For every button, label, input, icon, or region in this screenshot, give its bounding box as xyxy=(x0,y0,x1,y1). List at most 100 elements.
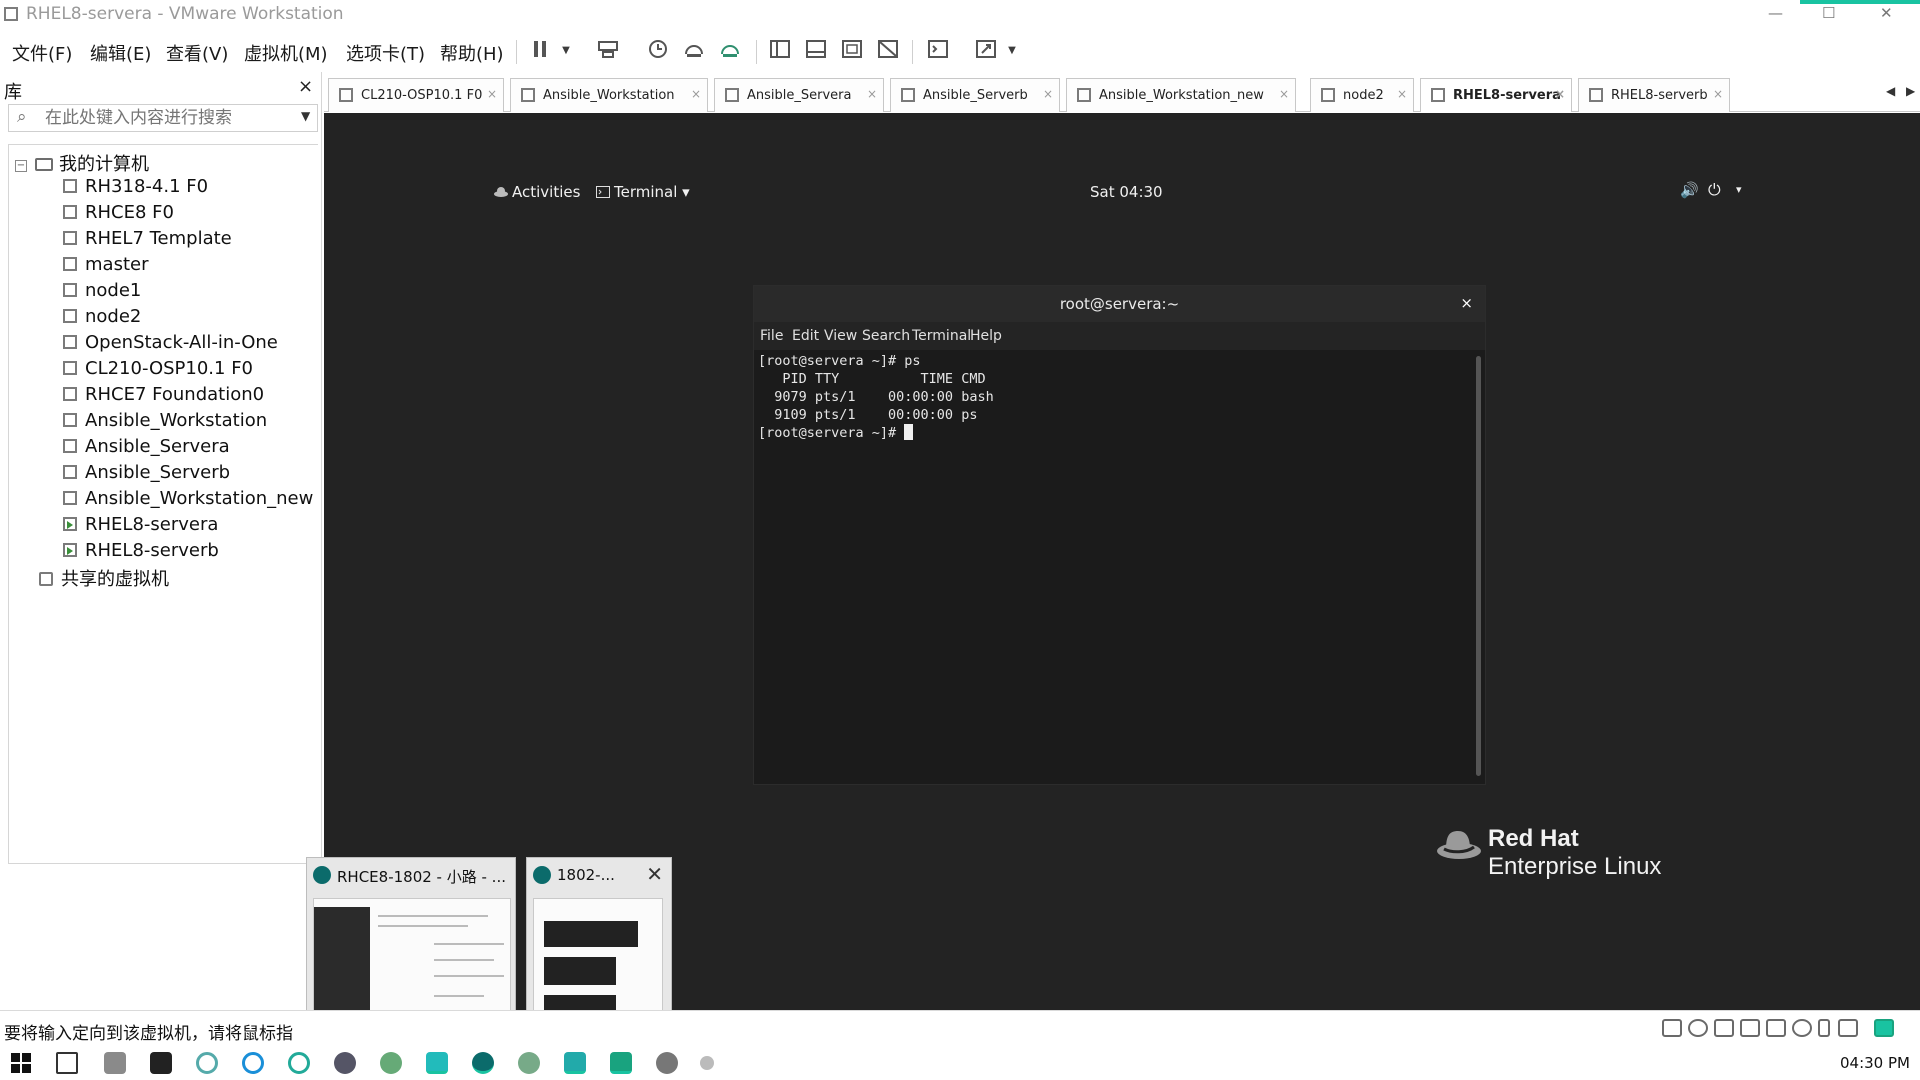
preview-thumbnail[interactable] xyxy=(533,898,663,1026)
tab-close-icon[interactable]: × xyxy=(1713,87,1723,101)
gnome-activities-button[interactable]: Activities xyxy=(494,183,580,201)
unity-icon[interactable] xyxy=(874,38,902,64)
menu-edit[interactable]: 编辑(E) xyxy=(90,40,151,66)
show-library-icon[interactable] xyxy=(766,38,794,64)
vm-item[interactable]: RHCE8 F0 xyxy=(63,200,174,226)
tab-ansible-serverb[interactable]: Ansible_Serverb × xyxy=(890,78,1060,112)
search-dropdown-icon[interactable]: ▼ xyxy=(301,109,310,123)
menu-view[interactable]: 查看(V) xyxy=(166,40,228,66)
vm-item-running[interactable]: RHEL8-serverb xyxy=(63,538,219,564)
tab-close-icon[interactable]: × xyxy=(487,87,497,101)
terminal-menu-view[interactable]: View xyxy=(824,328,857,344)
terminal-menu-help[interactable]: Help xyxy=(970,328,1002,344)
removable-device-icon[interactable] xyxy=(1838,1019,1858,1037)
tab-ansible-workstation[interactable]: Ansible_Workstation × xyxy=(510,78,708,112)
terminal-menu-terminal[interactable]: Terminal xyxy=(912,328,971,344)
task-view-icon[interactable] xyxy=(56,1052,78,1074)
tab-scroll-left-icon[interactable]: ◀ xyxy=(1886,84,1895,98)
terminal-window[interactable]: root@servera:~ × File Edit View Search T… xyxy=(753,285,1486,785)
snapshot-manager-icon[interactable] xyxy=(716,38,744,64)
taskbar-preview[interactable]: RHCE8-1802 - 小路 - ... xyxy=(306,857,516,1031)
file-explorer-icon[interactable] xyxy=(104,1052,126,1074)
vm-item[interactable]: OpenStack-All-in-One xyxy=(63,330,278,356)
start-icon[interactable] xyxy=(10,1052,32,1074)
send-keys-icon[interactable] xyxy=(594,38,622,64)
display-icon[interactable] xyxy=(1818,1019,1830,1037)
menu-vm[interactable]: 虚拟机(M) xyxy=(244,40,328,66)
tab-close-icon[interactable]: × xyxy=(1279,87,1289,101)
vm-item[interactable]: Ansible_Servera xyxy=(63,434,230,460)
edge-icon[interactable] xyxy=(242,1052,264,1074)
browser-icon[interactable] xyxy=(196,1052,218,1074)
library-search-input[interactable] xyxy=(45,107,285,129)
app-icon[interactable] xyxy=(700,1056,714,1070)
vm-item[interactable]: Ansible_Serverb xyxy=(63,460,230,486)
firefox-icon[interactable] xyxy=(334,1052,356,1074)
terminal-menu-file[interactable]: File xyxy=(760,328,783,344)
snapshot-icon[interactable] xyxy=(644,38,672,64)
sound-card-icon[interactable] xyxy=(1766,1019,1786,1037)
vm-item[interactable]: Ansible_Workstation_new xyxy=(63,486,313,512)
app-icon[interactable] xyxy=(380,1052,402,1074)
app-icon[interactable] xyxy=(610,1052,632,1074)
vmware-taskbar-icon[interactable] xyxy=(564,1052,586,1074)
app-icon[interactable] xyxy=(656,1052,678,1074)
thumbnail-bar-icon[interactable] xyxy=(802,38,830,64)
terminal-menu-edit[interactable]: Edit xyxy=(792,328,819,344)
tab-close-icon[interactable]: × xyxy=(1043,87,1053,101)
message-log-icon[interactable] xyxy=(1874,1019,1894,1037)
wechat-icon[interactable] xyxy=(426,1052,448,1074)
vm-item[interactable]: RHCE7 Foundation0 xyxy=(63,382,264,408)
vm-item-running[interactable]: RHEL8-servera xyxy=(63,512,218,538)
app-icon[interactable] xyxy=(518,1052,540,1074)
minimize-button[interactable]: — xyxy=(1768,4,1783,22)
full-screen-icon[interactable] xyxy=(838,38,866,64)
revert-snapshot-icon[interactable] xyxy=(680,38,708,64)
collapse-icon[interactable]: − xyxy=(15,160,27,172)
usb-device-icon[interactable] xyxy=(1792,1019,1812,1037)
tab-scroll-right-icon[interactable]: ▶ xyxy=(1906,84,1915,98)
system-menu-arrow-icon[interactable]: ▾ xyxy=(1736,183,1742,196)
menu-file[interactable]: 文件(F) xyxy=(12,40,72,66)
vm-item[interactable]: Ansible_Workstation xyxy=(63,408,267,434)
tab-cl210[interactable]: CL210-OSP10.1 F0 × xyxy=(328,78,504,112)
tab-close-icon[interactable]: × xyxy=(1397,87,1407,101)
gnome-app-menu[interactable]: Terminal ▾ xyxy=(596,183,690,201)
hard-disk-icon[interactable] xyxy=(1662,1019,1682,1037)
tree-root-my-computer[interactable]: − 我的计算机 xyxy=(15,150,149,176)
store-icon[interactable] xyxy=(150,1052,172,1074)
terminal-close-button[interactable]: × xyxy=(1460,294,1473,312)
cd-dvd-icon[interactable] xyxy=(1688,1019,1708,1037)
printer-icon[interactable] xyxy=(1740,1019,1760,1037)
terminal-scrollbar[interactable] xyxy=(1476,356,1481,776)
pause-dropdown-icon[interactable]: ▼ xyxy=(552,38,580,64)
vm-item[interactable]: node1 xyxy=(63,278,141,304)
tab-node2[interactable]: node2 × xyxy=(1310,78,1414,112)
vm-item[interactable]: node2 xyxy=(63,304,141,330)
gnome-clock[interactable]: Sat 04:30 xyxy=(1090,183,1163,201)
preview-close-icon[interactable]: ✕ xyxy=(646,862,663,886)
system-clock[interactable]: 04:30 PM xyxy=(1840,1054,1910,1072)
library-close-button[interactable]: × xyxy=(298,76,313,97)
terminal-output[interactable]: [root@servera ~]# ps PID TTY TIME CMD 90… xyxy=(756,352,1472,782)
tab-ansible-servera[interactable]: Ansible_Servera × xyxy=(714,78,884,112)
tab-rhel8-serverb[interactable]: RHEL8-serverb × xyxy=(1578,78,1730,112)
pause-icon[interactable] xyxy=(526,38,554,64)
active-app-icon[interactable] xyxy=(472,1052,494,1074)
volume-icon[interactable]: 🔊 xyxy=(1680,181,1699,199)
tab-close-icon[interactable]: × xyxy=(1555,87,1565,101)
power-icon[interactable]: ⏻ xyxy=(1708,180,1721,200)
taskbar-preview[interactable]: 1802-... ✕ xyxy=(526,857,672,1031)
menu-tabs[interactable]: 选项卡(T) xyxy=(346,40,425,66)
menu-help[interactable]: 帮助(H) xyxy=(440,40,504,66)
vm-item[interactable]: RHEL7 Template xyxy=(63,226,232,252)
console-view-icon[interactable] xyxy=(924,38,952,64)
vm-item[interactable]: CL210-OSP10.1 F0 xyxy=(63,356,253,382)
stretch-dropdown-icon[interactable]: ▼ xyxy=(998,38,1026,64)
terminal-menu-search[interactable]: Search xyxy=(862,328,910,344)
chrome-icon[interactable] xyxy=(288,1052,310,1074)
maximize-button[interactable]: ☐ xyxy=(1822,4,1835,22)
tab-rhel8-servera[interactable]: RHEL8-servera × xyxy=(1420,78,1572,112)
stretch-guest-icon[interactable] xyxy=(972,38,1000,64)
tab-close-icon[interactable]: × xyxy=(867,87,877,101)
